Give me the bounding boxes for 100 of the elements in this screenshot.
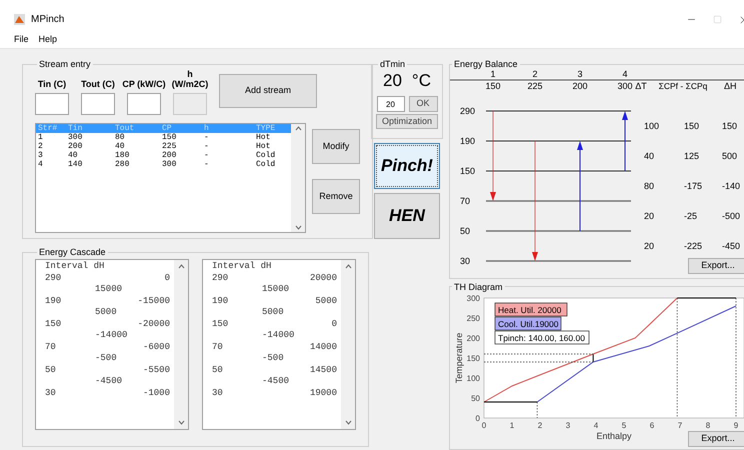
x-tick-label: 9 bbox=[734, 420, 738, 430]
temperature-text: 150 bbox=[45, 318, 62, 330]
scroll-up-icon[interactable] bbox=[344, 264, 352, 269]
delta-t-value: 40 bbox=[644, 151, 654, 161]
scrollbar[interactable] bbox=[341, 260, 355, 429]
delta-h-value: -500 bbox=[722, 211, 740, 221]
scroll-down-icon[interactable] bbox=[294, 225, 302, 230]
temperature-label: 150 bbox=[460, 166, 476, 176]
table-cell-text: 180 bbox=[115, 151, 130, 160]
table-cell-text: - bbox=[204, 133, 210, 142]
table-cell-text: - bbox=[204, 151, 210, 160]
optimization-button[interactable]: Optimization bbox=[376, 114, 438, 129]
add-stream-button[interactable]: Add stream bbox=[219, 74, 317, 108]
cp-value: 300 bbox=[617, 81, 633, 91]
export-button[interactable]: Export... bbox=[688, 258, 744, 274]
column-header: ΔH bbox=[724, 81, 737, 91]
scrollbar[interactable] bbox=[291, 124, 305, 232]
delta-t-value: 20 bbox=[644, 211, 654, 221]
legend-label: Cool. Util.19000 bbox=[494, 316, 562, 330]
interval-value: 5000 bbox=[262, 307, 284, 317]
interval-value: -500 bbox=[262, 353, 284, 363]
temperature-text: 30 bbox=[212, 388, 223, 399]
delta-h-value: 150 bbox=[722, 121, 738, 131]
scroll-down-icon[interactable] bbox=[178, 420, 184, 425]
table-cell-text: Hot bbox=[256, 142, 272, 151]
x-tick-label: 5 bbox=[622, 420, 626, 430]
delta-h-value: -140 bbox=[722, 181, 740, 191]
interval-value: -14000 bbox=[262, 330, 294, 340]
stream-number: 3 bbox=[578, 69, 582, 79]
ok-button[interactable]: OK bbox=[408, 96, 438, 112]
export-button[interactable]: Export... bbox=[688, 431, 744, 447]
scroll-up-icon[interactable] bbox=[178, 264, 184, 269]
delta-t-value: 100 bbox=[644, 121, 660, 131]
table-cell-text: 2 bbox=[38, 142, 44, 151]
x-axis-label: Enthalpy bbox=[596, 430, 632, 441]
pinch-button[interactable]: Pinch! bbox=[374, 143, 440, 189]
input-field[interactable] bbox=[35, 93, 69, 115]
panel-title: TH Diagram bbox=[453, 282, 504, 292]
heat-value: 14000 bbox=[310, 342, 337, 353]
table-cell-text: - bbox=[204, 160, 210, 169]
delta-t-value: 20 bbox=[644, 241, 654, 251]
dtmin-value: 20 bbox=[383, 71, 402, 91]
column-header: ΔT bbox=[635, 81, 647, 91]
heat-value: 19000 bbox=[310, 388, 337, 399]
modify-button[interactable]: Modify bbox=[312, 129, 360, 164]
scrollbar[interactable] bbox=[174, 260, 188, 429]
heat-value: -5500 bbox=[142, 364, 170, 376]
table-cell-text: 80 bbox=[115, 133, 126, 142]
stream-row[interactable]: 2 200 40 225 - Hot bbox=[36, 142, 291, 151]
table-cell-text: 140 bbox=[68, 160, 84, 169]
stream-row[interactable]: 3 40 180 200 - Cold bbox=[36, 151, 291, 160]
interval-value: -14000 bbox=[95, 330, 128, 340]
temperature-text: 50 bbox=[212, 364, 223, 376]
table-cell-text: - bbox=[204, 142, 210, 151]
field-label: CP (kW/C) bbox=[122, 78, 166, 89]
scroll-down-icon[interactable] bbox=[344, 420, 352, 425]
stream-row[interactable]: 4 140 280 300 - Cold bbox=[36, 160, 291, 169]
legend-label: Heat. Util. 20000 bbox=[494, 302, 568, 316]
heat-value: 14500 bbox=[310, 364, 337, 376]
x-tick-label: 1 bbox=[510, 420, 514, 430]
table-cell-text: 200 bbox=[68, 142, 84, 151]
interval-value: 15000 bbox=[95, 284, 122, 294]
cp-sum-value: -175 bbox=[684, 181, 702, 191]
temperature-text: 190 bbox=[212, 296, 228, 307]
column-header: h bbox=[204, 124, 210, 133]
heat-value: 0 bbox=[332, 318, 337, 330]
table-cell-text: 225 bbox=[162, 142, 178, 151]
input-field[interactable] bbox=[81, 93, 115, 115]
heat-value: 20000 bbox=[310, 272, 337, 284]
cp-value: 225 bbox=[527, 81, 543, 91]
y-tick-label: 250 bbox=[466, 314, 480, 323]
y-tick-label: 50 bbox=[471, 394, 480, 403]
input-field[interactable] bbox=[127, 93, 161, 115]
menu-item[interactable]: File bbox=[14, 32, 29, 46]
temperature-label: 190 bbox=[460, 136, 476, 146]
stream-row[interactable]: 1 300 80 150 - Hot bbox=[36, 133, 291, 142]
temperature-text: 290 bbox=[45, 272, 62, 284]
stream-number: 1 bbox=[490, 69, 496, 79]
temperature-label: 30 bbox=[460, 256, 470, 265]
panel-title: Stream entry bbox=[38, 59, 92, 69]
dtmin-field[interactable]: 20 bbox=[376, 96, 404, 112]
table-cell-text: 1 bbox=[38, 133, 44, 142]
remove-button[interactable]: Remove bbox=[312, 179, 360, 214]
unit-text: °C bbox=[412, 71, 431, 91]
table-cell-text: 40 bbox=[115, 142, 126, 151]
pinch-marker bbox=[592, 353, 594, 362]
x-tick-label: 7 bbox=[678, 420, 682, 430]
app-icon bbox=[14, 14, 25, 25]
field-label: Tout (C) bbox=[80, 78, 116, 89]
scroll-up-icon[interactable] bbox=[294, 126, 302, 131]
cp-sum-value: -225 bbox=[684, 241, 702, 251]
delta-h-value: 500 bbox=[722, 151, 738, 161]
list-header: Interval dH bbox=[45, 261, 106, 272]
list-header: Interval dH bbox=[212, 261, 272, 272]
hen-button[interactable]: HEN bbox=[374, 193, 440, 239]
panel-title: Energy Balance bbox=[453, 59, 519, 69]
x-tick-label: 4 bbox=[594, 420, 598, 430]
menu-item[interactable]: Help bbox=[38, 32, 58, 46]
x-tick-label: 8 bbox=[706, 420, 710, 430]
column-header: Tin bbox=[68, 124, 84, 133]
